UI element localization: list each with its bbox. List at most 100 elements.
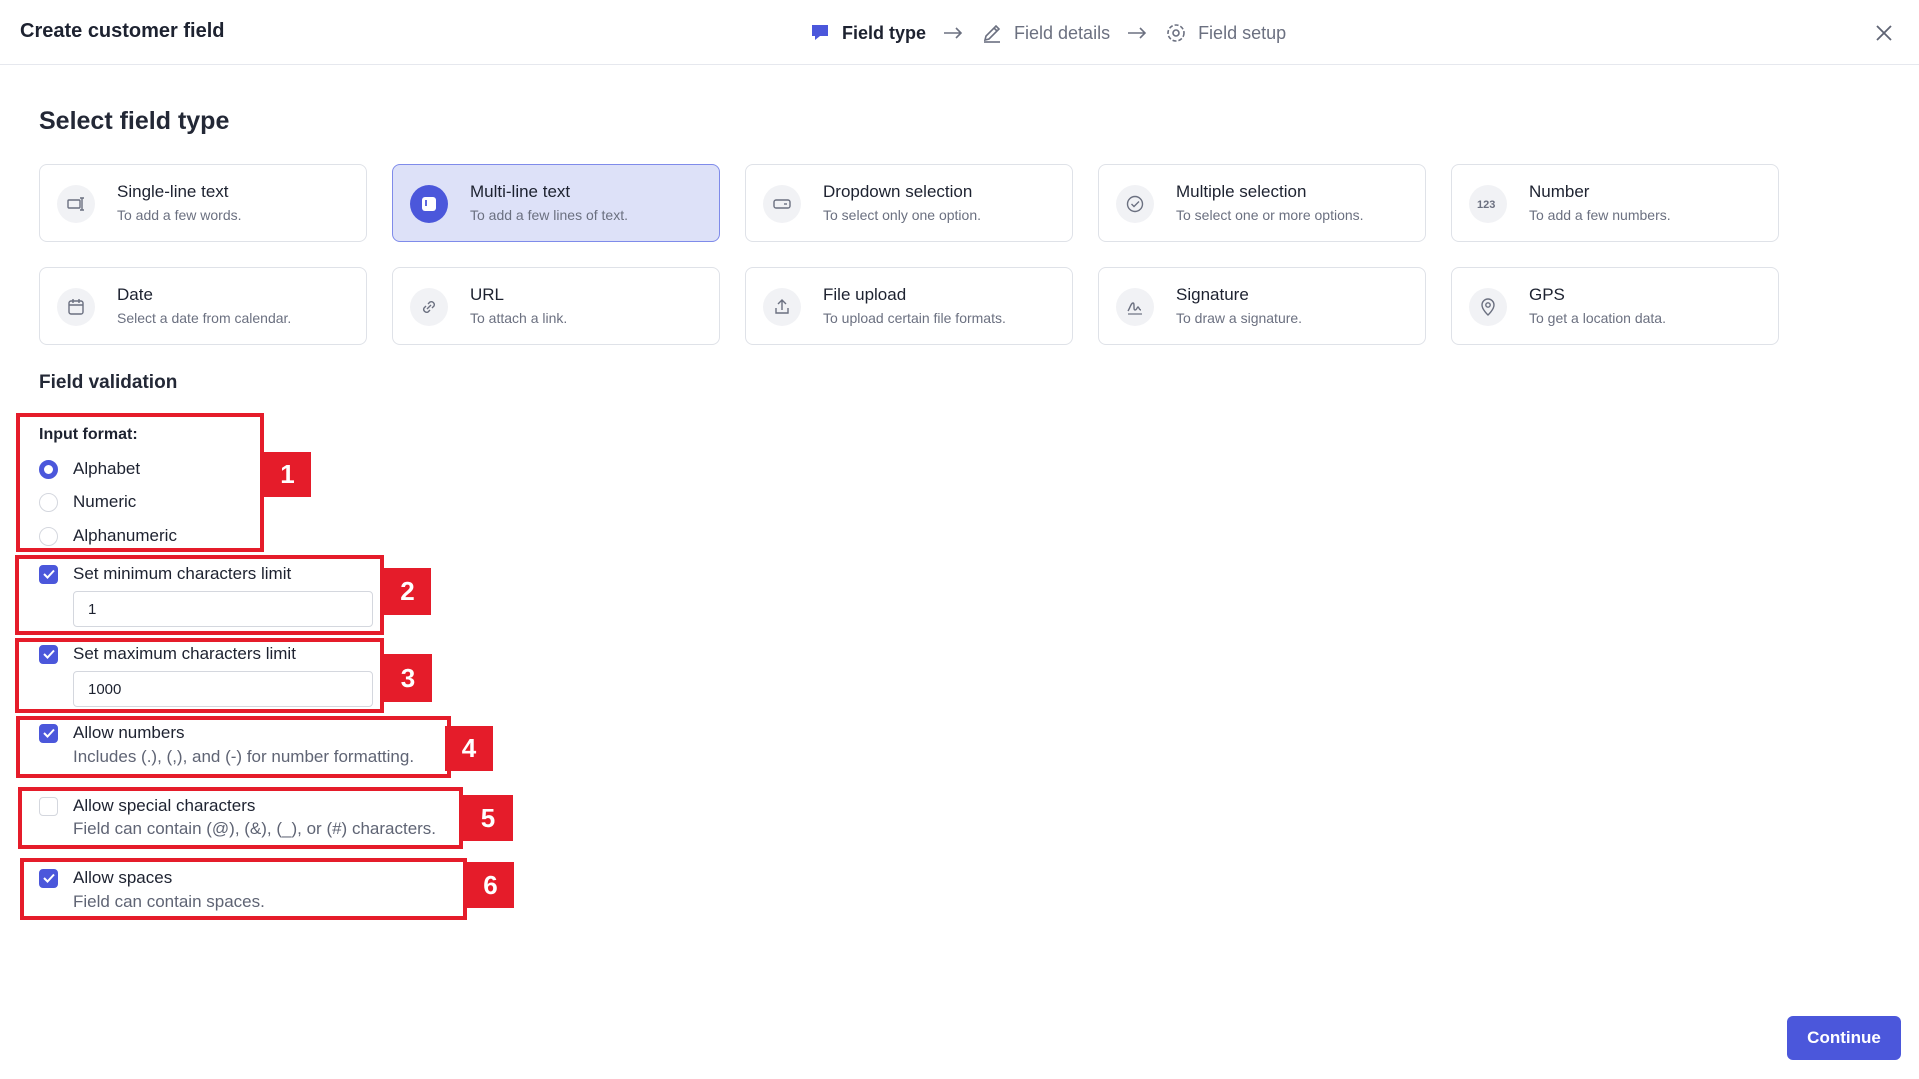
- calendar-icon: [57, 288, 95, 326]
- arrow-right-icon: [1126, 22, 1148, 44]
- text-cursor-icon: [57, 185, 95, 223]
- min-limit-checkbox-row[interactable]: Set minimum characters limit: [39, 564, 291, 584]
- min-limit-input[interactable]: [73, 591, 373, 627]
- field-type-multiple-selection[interactable]: Multiple selection To select one or more…: [1098, 164, 1426, 242]
- paragraph-icon: [410, 185, 448, 223]
- radio-button[interactable]: [39, 492, 58, 512]
- allow-special-hint: Field can contain (@), (&), (_), or (#) …: [73, 819, 437, 838]
- card-desc: Select a date from calendar.: [117, 310, 292, 326]
- card-desc: To select one or more options.: [1176, 207, 1364, 223]
- checkbox[interactable]: [39, 868, 58, 888]
- radio-numeric[interactable]: Numeric: [39, 492, 136, 512]
- max-limit-input[interactable]: [73, 671, 373, 707]
- step-field-details[interactable]: Field details: [980, 21, 1110, 45]
- allow-spaces-checkbox-row[interactable]: Allow spaces: [39, 868, 172, 888]
- check-icon: [42, 569, 55, 579]
- input-format-label: Input format:: [39, 426, 138, 443]
- card-desc: To upload certain file formats.: [823, 310, 1006, 326]
- chat-bubble-icon: [808, 21, 832, 45]
- card-title: Single-line text: [117, 182, 229, 201]
- signature-icon: [1116, 288, 1154, 326]
- step-label: Field details: [1014, 22, 1111, 43]
- card-desc: To add a few words.: [117, 207, 242, 223]
- dropdown-icon: [763, 185, 801, 223]
- page-title: Create customer field: [20, 20, 225, 42]
- location-pin-icon: [1469, 288, 1507, 326]
- radio-alphanumeric[interactable]: Alphanumeric: [39, 526, 177, 546]
- annotation-tag-6: 6: [467, 862, 514, 908]
- upload-icon: [763, 288, 801, 326]
- field-type-date[interactable]: Date Select a date from calendar.: [39, 267, 367, 345]
- card-title: Number: [1529, 182, 1590, 201]
- validation-title: Field validation: [39, 372, 178, 393]
- card-desc: To get a location data.: [1529, 310, 1666, 326]
- arrow-right-icon: [942, 22, 964, 44]
- card-title: Signature: [1176, 285, 1249, 304]
- card-title: File upload: [823, 285, 907, 304]
- check-icon: [42, 873, 55, 883]
- link-icon: [410, 288, 448, 326]
- checkbox-label: Set maximum characters limit: [73, 644, 296, 663]
- checkbox-label: Allow special characters: [73, 796, 256, 815]
- card-desc: To add a few numbers.: [1529, 207, 1671, 223]
- max-limit-checkbox-row[interactable]: Set maximum characters limit: [39, 644, 296, 664]
- card-title: Multi-line text: [470, 182, 571, 201]
- field-type-file-upload[interactable]: File upload To upload certain file forma…: [745, 267, 1073, 345]
- close-icon: [1876, 25, 1892, 41]
- card-title: Date: [117, 285, 153, 304]
- check-icon: [42, 649, 55, 659]
- field-type-single-line[interactable]: Single-line text To add a few words.: [39, 164, 367, 242]
- annotation-tag-1: 1: [264, 452, 311, 497]
- section-title: Select field type: [39, 107, 230, 135]
- radio-button[interactable]: [39, 526, 58, 546]
- radio-label: Numeric: [73, 492, 137, 511]
- allow-numbers-checkbox-row[interactable]: Allow numbers: [39, 723, 185, 743]
- allow-special-checkbox-row[interactable]: Allow special characters: [39, 796, 255, 816]
- card-desc: To draw a signature.: [1176, 310, 1303, 326]
- header: Create customer field Field type Field d…: [0, 0, 1919, 65]
- card-title: Multiple selection: [1176, 182, 1307, 201]
- allow-spaces-hint: Field can contain spaces.: [73, 892, 265, 911]
- field-type-number[interactable]: 123 Number To add a few numbers.: [1451, 164, 1779, 242]
- card-title: Dropdown selection: [823, 182, 973, 201]
- continue-button[interactable]: Continue: [1787, 1016, 1901, 1060]
- checkbox[interactable]: [39, 796, 58, 816]
- annotation-tag-4: 4: [445, 726, 493, 771]
- field-type-multi-line[interactable]: Multi-line text To add a few lines of te…: [392, 164, 720, 242]
- pencil-icon: [980, 21, 1004, 45]
- allow-numbers-hint: Includes (.), (,), and (-) for number fo…: [73, 747, 415, 766]
- check-circle-icon: [1116, 185, 1154, 223]
- svg-text:123: 123: [1477, 199, 1495, 211]
- card-title: URL: [470, 285, 505, 304]
- step-label: Field setup: [1198, 22, 1287, 43]
- checkbox-label: Allow spaces: [73, 868, 173, 887]
- gear-icon: [1164, 21, 1188, 45]
- card-desc: To add a few lines of text.: [470, 207, 628, 223]
- field-type-gps[interactable]: GPS To get a location data.: [1451, 267, 1779, 345]
- radio-button[interactable]: [39, 459, 58, 479]
- field-type-signature[interactable]: Signature To draw a signature.: [1098, 267, 1426, 345]
- check-icon: [42, 728, 55, 738]
- annotation-tag-5: 5: [463, 795, 513, 841]
- step-label: Field type: [842, 22, 927, 43]
- radio-label: Alphanumeric: [73, 526, 177, 545]
- step-field-setup[interactable]: Field setup: [1164, 21, 1286, 45]
- card-desc: To attach a link.: [470, 310, 568, 326]
- checkbox[interactable]: [39, 564, 58, 584]
- checkbox[interactable]: [39, 644, 58, 664]
- radio-label: Alphabet: [73, 459, 141, 478]
- radio-alphabet[interactable]: Alphabet: [39, 459, 140, 479]
- checkbox[interactable]: [39, 723, 58, 743]
- annotation-tag-3: 3: [384, 654, 432, 702]
- annotation-tag-2: 2: [384, 568, 431, 615]
- field-type-dropdown[interactable]: Dropdown selection To select only one op…: [745, 164, 1073, 242]
- close-button[interactable]: [1872, 21, 1896, 45]
- checkbox-label: Set minimum characters limit: [73, 564, 292, 583]
- stepper: Field type Field details Field setup: [808, 19, 1286, 47]
- card-title: GPS: [1529, 285, 1565, 304]
- field-type-url[interactable]: URL To attach a link.: [392, 267, 720, 345]
- number-icon: 123: [1469, 185, 1507, 223]
- checkbox-label: Allow numbers: [73, 723, 185, 742]
- step-field-type[interactable]: Field type: [808, 21, 926, 45]
- card-desc: To select only one option.: [823, 207, 981, 223]
